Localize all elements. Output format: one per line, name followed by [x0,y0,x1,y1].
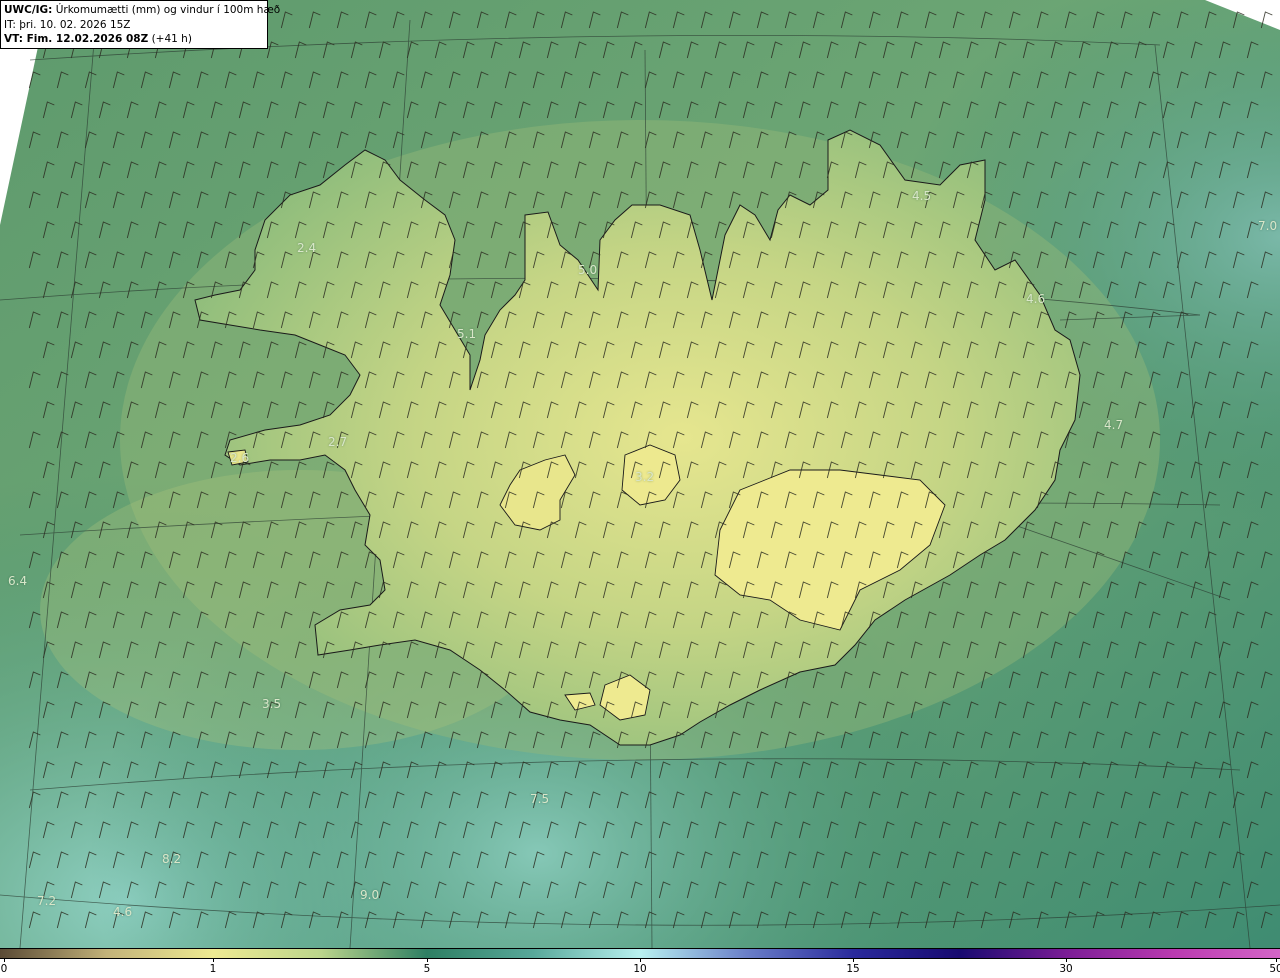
colorbar-tick [853,958,854,962]
colorbar: 0 1 5 10 15 30 50 [0,948,1280,978]
product-description: Úrkomumætti (mm) og vindur í 100m hæð [55,4,281,16]
colorbar-tick [640,958,641,962]
colorbar-tick [213,958,214,962]
map-info-box: UWC/IG: Úrkomumætti (mm) og vindur í 100… [0,0,280,49]
colorbar-tick-label: 15 [846,963,860,975]
valid-time-line: VT: Fim. 12.02.2026 08Z (+41 h) [4,32,264,47]
issue-time: IT: þri. 10. 02. 2026 15Z [4,18,131,31]
colorbar-tick-label: 5 [423,963,431,975]
colorbar-tick-label: 30 [1059,963,1073,975]
colorbar-tick-label: 1 [209,963,217,975]
map-canvas [0,0,1280,948]
colorbar-tick-label: 0 [0,963,8,975]
colorbar-tick-label: 10 [633,963,647,975]
forecast-map: 2.4 5.0 5.1 4.5 4.6 7.0 4.7 2.7 2.6 3.2 … [0,0,1280,978]
colorbar-tick [1066,958,1067,962]
product-code: UWC/IG: [4,4,53,16]
lead-time: (+41 h) [151,33,192,45]
colorbar-tick [1276,958,1277,962]
colorbar-tick-label: 50 [1269,963,1280,975]
colorbar-tick [4,958,5,962]
product-line: UWC/IG: Úrkomumætti (mm) og vindur í 100… [4,3,280,18]
colorbar-tick [427,958,428,962]
valid-time: VT: Fim. 12.02.2026 08Z [4,33,149,45]
